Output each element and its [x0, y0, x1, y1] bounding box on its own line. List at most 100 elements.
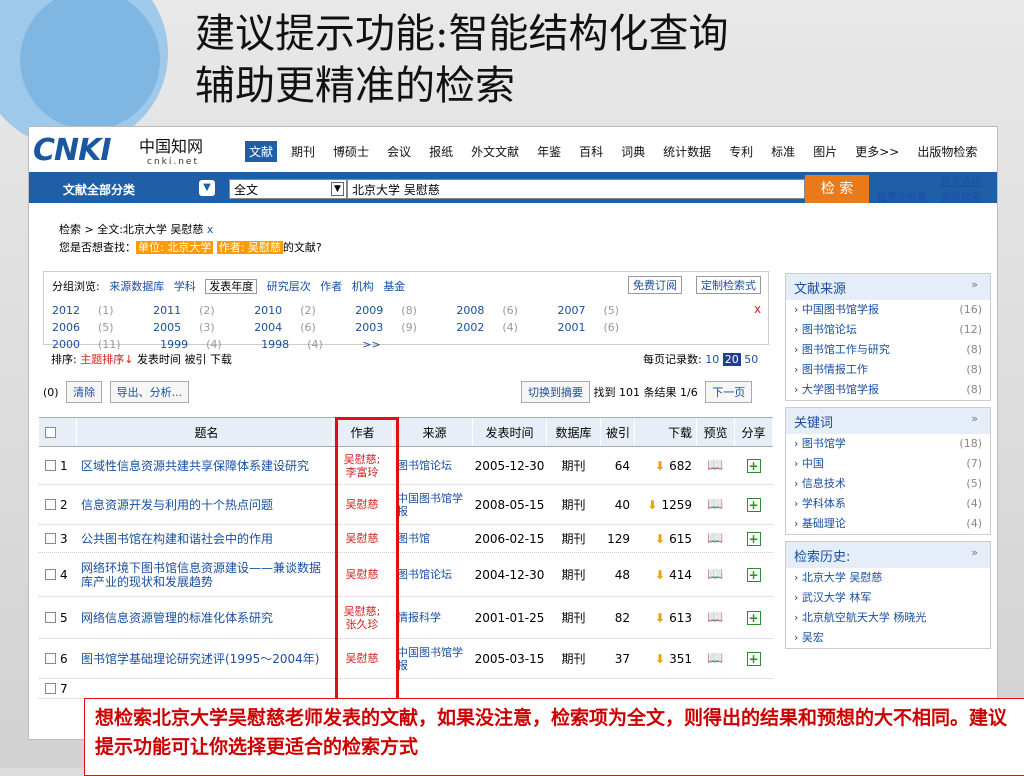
facet-item[interactable]: › 吴宏: [786, 628, 990, 648]
dropdown-arrow-icon[interactable]: ▼: [331, 182, 344, 196]
nav-tab-foreign[interactable]: 外文文献: [467, 141, 523, 162]
download-icon[interactable]: ⬇: [655, 652, 665, 666]
header-date[interactable]: 发表时间: [473, 418, 547, 446]
year-item[interactable]: 2001 (6): [557, 319, 637, 336]
source-link[interactable]: 中国图书馆学报: [397, 492, 472, 518]
source-link[interactable]: 图书馆: [397, 532, 430, 545]
sort-topic[interactable]: 主题排序↓: [80, 353, 133, 366]
facet-item[interactable]: › 北京航空航天大学 杨晓光: [786, 608, 990, 628]
cited-count[interactable]: 129: [601, 525, 635, 552]
source-link[interactable]: 图书馆论坛: [397, 568, 452, 581]
cross-db-link[interactable]: 跨库选择: [941, 173, 981, 188]
nav-tab-literature[interactable]: 文献: [245, 141, 278, 162]
source-link[interactable]: 中国图书馆学报: [397, 646, 472, 672]
year-item[interactable]: 2010 (2): [254, 302, 334, 319]
breadcrumb-home[interactable]: 检索: [59, 223, 81, 236]
nav-tab-encyclopedia[interactable]: 百科: [575, 141, 607, 162]
group-tab-fund[interactable]: 基金: [383, 280, 405, 293]
per-page-10[interactable]: 10: [705, 353, 719, 366]
title-link[interactable]: 网络环境下图书馆信息资源建设——兼谈数据库产业的现状和发展趋势: [81, 561, 332, 589]
nav-tab-statistics[interactable]: 统计数据: [659, 141, 715, 162]
facet-item[interactable]: › 北京大学 吴慰慈: [786, 568, 990, 588]
chevron-double-icon[interactable]: »: [971, 412, 978, 425]
cited-count[interactable]: 64: [601, 447, 635, 484]
cited-count[interactable]: 82: [601, 597, 635, 638]
sort-date[interactable]: 发表时间: [137, 353, 181, 366]
cited-count[interactable]: 48: [601, 553, 635, 596]
share-plus-icon[interactable]: +: [746, 567, 761, 582]
suggest-unit[interactable]: 单位: 北京大学: [136, 241, 214, 254]
share-plus-icon[interactable]: +: [746, 651, 761, 666]
facet-item[interactable]: › 学科体系 (4): [786, 494, 990, 514]
share-plus-icon[interactable]: +: [746, 458, 761, 473]
breadcrumb-remove[interactable]: x: [207, 223, 214, 236]
category-select[interactable]: 文献全部分类: [63, 181, 135, 198]
search-button[interactable]: 检 索: [805, 175, 869, 203]
row-checkbox[interactable]: [45, 499, 56, 510]
free-subscribe-button[interactable]: 免费订阅: [628, 276, 682, 294]
facet-item[interactable]: › 信息技术 (5): [786, 474, 990, 494]
nav-tab-journal[interactable]: 期刊: [287, 141, 319, 162]
download-icon[interactable]: ⬇: [655, 611, 665, 625]
row-checkbox[interactable]: [45, 683, 56, 694]
nav-tab-patent[interactable]: 专利: [725, 141, 757, 162]
facet-item[interactable]: › 图书情报工作 (8): [786, 360, 990, 380]
clear-button[interactable]: 清除: [66, 381, 103, 403]
source-facet-head[interactable]: 文献来源»: [786, 274, 990, 300]
row-checkbox[interactable]: [45, 653, 56, 664]
nav-tab-standard[interactable]: 标准: [767, 141, 799, 162]
chevron-double-icon[interactable]: »: [971, 546, 978, 559]
cnki-logo[interactable]: CNKI: [33, 133, 112, 168]
row-checkbox[interactable]: [45, 533, 56, 544]
year-item[interactable]: 2002 (4): [456, 319, 536, 336]
source-link[interactable]: 情报科学: [397, 611, 441, 624]
facet-item[interactable]: › 基础理论 (4): [786, 514, 990, 534]
author-link[interactable]: 吴慰慈: [346, 532, 380, 545]
nav-tab-dictionary[interactable]: 词典: [617, 141, 649, 162]
row-checkbox[interactable]: [45, 612, 56, 623]
book-preview-icon[interactable]: 📖: [707, 567, 723, 582]
facet-item[interactable]: › 中国图书馆学报 (16): [786, 300, 990, 320]
title-link[interactable]: 公共图书馆在构建和谐社会中的作用: [81, 532, 273, 546]
facet-item[interactable]: › 中国 (7): [786, 454, 990, 474]
per-page-20[interactable]: 20: [722, 353, 741, 366]
year-item[interactable]: 2012 (1): [52, 302, 132, 319]
suggest-author[interactable]: 作者: 吴慰慈: [216, 241, 283, 254]
book-preview-icon[interactable]: 📖: [707, 531, 723, 546]
export-button[interactable]: 导出、分析...: [109, 381, 190, 403]
facet-item[interactable]: › 图书馆学 (18): [786, 434, 990, 454]
author-link[interactable]: 吴慰慈;: [344, 604, 382, 618]
search-input[interactable]: 北京大学 吴慰慈: [347, 179, 805, 199]
nav-tab-yearbook[interactable]: 年鉴: [533, 141, 565, 162]
author-link[interactable]: 吴慰慈: [346, 568, 380, 581]
year-item[interactable]: 2009 (8): [355, 302, 435, 319]
group-tab-level[interactable]: 研究层次: [267, 280, 311, 293]
title-link[interactable]: 信息资源开发与利用的十个热点问题: [81, 498, 273, 512]
source-link[interactable]: 图书馆论坛: [397, 459, 452, 472]
header-db[interactable]: 数据库: [547, 418, 601, 446]
year-item[interactable]: 1998 (4): [261, 336, 341, 353]
author-link[interactable]: 李富玲: [346, 465, 380, 479]
facet-item[interactable]: › 图书馆论坛 (12): [786, 320, 990, 340]
year-more[interactable]: >>: [362, 336, 398, 353]
next-page-button[interactable]: 下一页: [705, 381, 753, 403]
year-item[interactable]: 2008 (6): [456, 302, 536, 319]
group-tab-institution[interactable]: 机构: [352, 280, 374, 293]
header-title[interactable]: 题名: [77, 418, 333, 446]
cited-count[interactable]: 37: [601, 639, 635, 678]
row-checkbox[interactable]: [45, 569, 56, 580]
per-page-50[interactable]: 50: [744, 353, 758, 366]
group-tab-subject[interactable]: 学科: [174, 280, 196, 293]
custom-query-button[interactable]: 定制检索式: [696, 276, 761, 294]
keyword-facet-head[interactable]: 关键词»: [786, 408, 990, 434]
cited-count[interactable]: 40: [601, 485, 635, 524]
year-item[interactable]: 2006 (5): [52, 319, 132, 336]
cited-count[interactable]: [601, 679, 635, 698]
nav-tab-image[interactable]: 图片: [809, 141, 841, 162]
nav-tab-thesis[interactable]: 博硕士: [329, 141, 373, 162]
book-preview-icon[interactable]: 📖: [707, 651, 723, 666]
year-item[interactable]: 2003 (9): [355, 319, 435, 336]
download-icon[interactable]: ⬇: [647, 498, 657, 512]
facet-item[interactable]: › 武汉大学 林军: [786, 588, 990, 608]
year-item[interactable]: 2004 (6): [254, 319, 334, 336]
